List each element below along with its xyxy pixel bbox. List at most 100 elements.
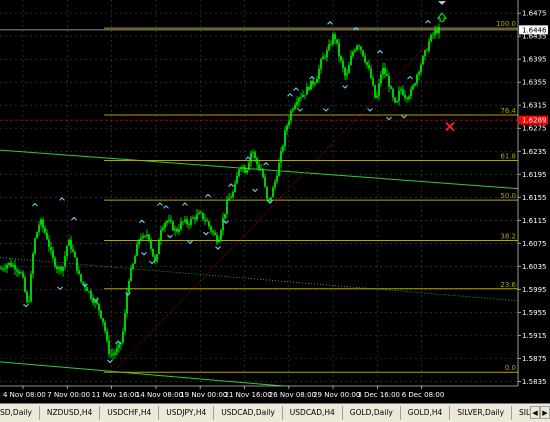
- fractal-up-arrow: [228, 183, 234, 187]
- chart-tab[interactable]: SD,Daily: [0, 406, 40, 420]
- candle-body: [314, 82, 316, 85]
- fib-level-label: 50.0: [500, 192, 516, 200]
- candle-body: [222, 218, 224, 231]
- candle-body: [132, 263, 134, 269]
- shift-marker-icon: [438, 1, 446, 5]
- price-tick-label: 1.6275: [522, 125, 547, 133]
- fractal-down-arrow: [401, 115, 407, 119]
- candle-body: [408, 96, 410, 100]
- candle-body: [194, 217, 196, 220]
- candle-body: [322, 56, 324, 60]
- candle-body: [226, 200, 228, 214]
- candle-body: [112, 354, 114, 355]
- candle-body: [368, 64, 370, 69]
- time-tick-label: 4 Nov 08:00: [3, 391, 46, 399]
- price-axis[interactable]: 1.64751.64351.63951.63551.63151.62751.62…: [517, 0, 550, 403]
- candle-body: [220, 230, 222, 240]
- fib-level-label: 76.4: [500, 107, 516, 115]
- candle-body: [114, 352, 116, 355]
- fractal-up-arrow: [263, 161, 269, 166]
- chart-tab[interactable]: USDCAD,Daily: [214, 406, 283, 420]
- chart-tab[interactable]: USDCHF,H4: [100, 406, 160, 420]
- candle-body: [302, 94, 304, 97]
- fractal-down-arrow: [57, 286, 63, 291]
- chart-tab[interactable]: SILVER,Daily: [450, 406, 513, 420]
- time-tick-label: 14 Nov 08:00: [136, 391, 183, 399]
- fractal-down-arrow: [267, 200, 273, 204]
- candle-body: [136, 244, 138, 257]
- candle-body: [18, 271, 20, 274]
- candle-body: [254, 152, 256, 158]
- chart-tab[interactable]: GOLD,Daily: [343, 406, 401, 420]
- candle-body: [192, 217, 194, 219]
- chart-tab[interactable]: USDCAD,H4: [283, 406, 343, 420]
- candle-body: [394, 97, 396, 103]
- chart-window[interactable]: 100.0 76.4 61.8 50.0 38.2 23.6 0.0 1.6475 1.643…: [0, 0, 550, 422]
- chart-tab[interactable]: NZDUSD,H4: [40, 406, 101, 420]
- candle-body: [144, 236, 146, 237]
- candle-body: [422, 56, 424, 65]
- candle-body: [386, 74, 388, 77]
- time-axis[interactable]: 4 Nov 08:00 7 Nov 00:00 11 Nov 16:0014 Nov…: [0, 385, 550, 403]
- candle-body: [56, 266, 58, 270]
- chart-tab[interactable]: GOLD,H4: [401, 406, 451, 420]
- candle-body: [330, 44, 332, 45]
- candle-body: [292, 109, 294, 111]
- fractal-up-arrow: [59, 197, 65, 201]
- fractal-down-arrow: [203, 231, 209, 236]
- candle-body: [2, 268, 4, 270]
- candle-body: [186, 219, 188, 225]
- candle-body: [398, 90, 400, 102]
- scroll-left-icon[interactable]: ◀: [530, 406, 540, 419]
- candle-body: [234, 183, 236, 193]
- candle-body: [40, 219, 42, 225]
- price-tick-label: 1.6315: [522, 102, 547, 110]
- candle-body: [354, 50, 356, 52]
- candle-body: [358, 45, 360, 47]
- candle-body: [306, 86, 308, 95]
- candle-body: [300, 96, 302, 98]
- candle-body: [176, 228, 178, 232]
- candle-body: [38, 224, 40, 233]
- candle-body: [426, 50, 428, 51]
- candle-body: [346, 73, 348, 76]
- candle-body: [218, 239, 220, 243]
- candle-body: [146, 234, 148, 237]
- fractal-up-arrow: [157, 202, 163, 206]
- fib-level-label: 0.0: [505, 364, 516, 372]
- price-tick-label: 1.6155: [522, 194, 547, 202]
- candle-body: [364, 56, 366, 63]
- fractal-down-arrow: [187, 240, 193, 245]
- candle-body: [388, 76, 390, 87]
- candle-body: [28, 301, 30, 303]
- candle-body: [184, 219, 186, 222]
- fibonacci-retracement[interactable]: 100.0 76.4 61.8 50.0 38.2 23.6 0.0: [0, 20, 518, 373]
- candle-body: [268, 198, 270, 201]
- candle-body: [416, 74, 418, 84]
- candle-body: [372, 78, 374, 86]
- candle-body: [356, 45, 358, 51]
- fractal-down-arrow: [215, 246, 221, 250]
- price-chart[interactable]: 100.076.461.850.038.223.60.0 1.64751.643…: [0, 0, 550, 403]
- candle-body: [214, 232, 216, 236]
- scroll-right-icon[interactable]: ▶: [540, 406, 550, 419]
- candle-body: [438, 27, 440, 34]
- candle-body: [156, 254, 158, 262]
- candle-body: [30, 273, 32, 302]
- fractal-down-arrow: [149, 260, 155, 265]
- fractal-up-arrow: [407, 75, 413, 80]
- chart-tab[interactable]: USDJPY,H4: [159, 406, 215, 420]
- candle-body: [104, 322, 106, 331]
- fractal-down-arrow: [23, 303, 29, 308]
- candle-body: [278, 162, 280, 177]
- grid: [0, 0, 518, 386]
- candle-body: [276, 176, 278, 182]
- current-price-label: 1.6446: [522, 26, 547, 34]
- candle-body: [68, 239, 70, 246]
- candle-body: [216, 235, 218, 243]
- candle-body: [22, 272, 24, 278]
- candle-body: [160, 230, 162, 241]
- candle-body: [396, 101, 398, 103]
- fractal-down-arrow: [107, 359, 113, 364]
- price-tick-label: 1.6475: [522, 10, 547, 18]
